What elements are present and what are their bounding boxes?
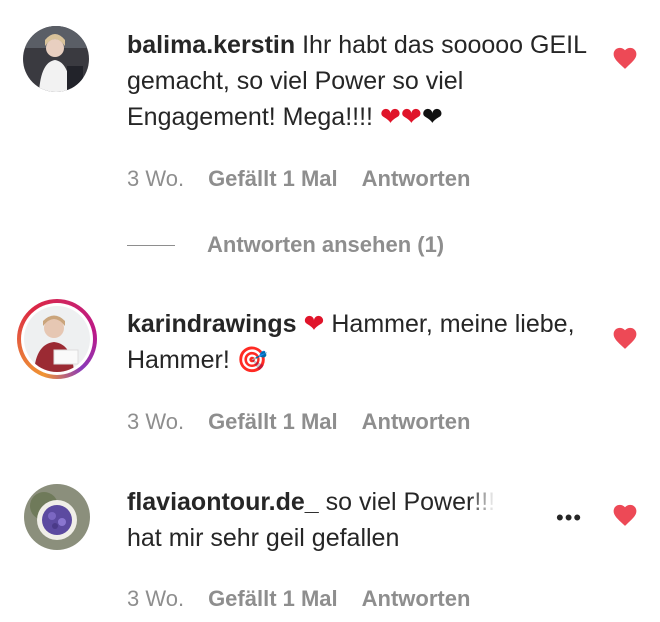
comment-time[interactable]: 3 Wo. [127,586,184,612]
comment-meta: 3 Wo. Gefällt 1 Mal Antworten [127,166,470,192]
comment-time[interactable]: 3 Wo. [127,409,184,435]
red-heart-emoji: ❤ [400,103,422,131]
more-options-icon[interactable]: ••• [556,505,582,531]
black-heart-emoji: ❤ [421,103,443,131]
reply-button[interactable]: Antworten [362,166,471,192]
view-replies-label[interactable]: Antworten ansehen (1) [207,232,444,258]
view-replies[interactable]: Antworten ansehen (1) [127,232,444,258]
avatar-karindrawings[interactable] [24,306,90,372]
red-heart-emoji: ❤ [303,310,325,338]
heart-icon[interactable] [612,46,638,70]
target-emoji: 🎯 [236,346,268,374]
avatar-flaviaontour[interactable] [24,484,90,550]
reply-button[interactable]: Antworten [362,409,471,435]
heart-icon[interactable] [612,326,638,350]
replies-divider [127,244,175,246]
avatar-balima-kerstin[interactable] [23,26,89,92]
likes-count[interactable]: Gefällt 1 Mal [208,166,338,192]
comment-text-2: karindrawings ❤ Hammer, meine liebe, Ham… [127,306,597,378]
likes-count[interactable]: Gefällt 1 Mal [208,409,338,435]
comment-meta: 3 Wo. Gefällt 1 Mal Antworten [127,586,470,612]
reply-button[interactable]: Antworten [362,586,471,612]
comment-meta: 3 Wo. Gefällt 1 Mal Antworten [127,409,470,435]
comment-text-3: flaviaontour.de_ so viel Power!!! hat mi… [127,484,547,556]
comment-username[interactable]: karindrawings [127,310,297,338]
comment-username[interactable]: balima.kerstin [127,31,295,59]
likes-count[interactable]: Gefällt 1 Mal [208,586,338,612]
comment-content-line1: so viel Power!!! [325,488,496,516]
comment-username[interactable]: flaviaontour.de_ [127,488,319,516]
heart-icon[interactable] [612,503,638,527]
comment-text-1: balima.kerstin Ihr habt das sooooo GEIL … [127,27,597,135]
red-heart-emoji: ❤ [379,103,401,131]
comment-content-line2: hat mir sehr geil gefallen [127,524,400,552]
comment-time[interactable]: 3 Wo. [127,166,184,192]
